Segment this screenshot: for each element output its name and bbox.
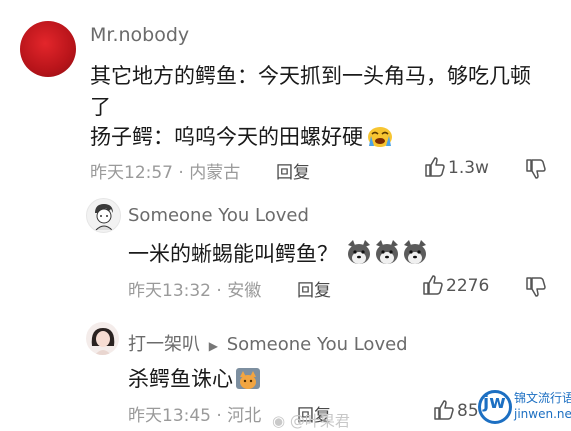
comment-location: 河北 [227, 406, 262, 426]
dog-emoji-icon [345, 239, 429, 272]
comment-time: 昨天13:32 [128, 281, 211, 301]
avatar-da-yi-jia-ba[interactable] [86, 322, 119, 355]
comment-time: 昨天12:57 [90, 163, 173, 183]
site-name: 锦文流行语 [514, 391, 571, 405]
reply-button[interactable]: 回复 [276, 158, 310, 183]
comment-username[interactable]: 打一架叭 [128, 334, 200, 355]
site-logo-letters: jw [483, 392, 506, 413]
crying-emoji-icon [366, 124, 394, 153]
avatar-mr-nobody[interactable] [20, 21, 76, 77]
weibo-logo-icon: ◉ [272, 412, 286, 430]
comment-text: 扬子鳄：呜呜今天的田螺好硬 [90, 125, 363, 149]
avatar-someone-you-loved[interactable] [86, 198, 121, 233]
separator-dot: · [178, 163, 184, 183]
site-logo-watermark: jw 锦文流行语 jinwen.net [478, 388, 571, 426]
reply-to-username[interactable]: Someone You Loved [227, 334, 408, 355]
comment-text: 一米的蜥蜴能叫鳄鱼？ [128, 242, 338, 266]
like-count: 2276 [446, 276, 490, 296]
site-url: jinwen.net [514, 407, 571, 421]
separator-dot: · [216, 281, 222, 301]
comment-text: 杀鳄鱼诛心 [128, 367, 233, 391]
comment-text-line: 杀鳄鱼诛心 [128, 363, 261, 396]
comment-text-line: 扬子鳄：呜呜今天的田螺好硬 [90, 121, 394, 153]
comment-text-line: 其它地方的鳄鱼：今天抓到一头角马，够吃几顿 [90, 64, 531, 88]
thumb-up-icon[interactable] [422, 274, 444, 296]
comment-text-line: 一米的蜥蜴能叫鳄鱼？ [128, 238, 429, 272]
reply-arrow-icon: ▶ [208, 339, 218, 353]
thumb-up-icon[interactable] [433, 399, 455, 421]
reply-button[interactable]: 回复 [297, 276, 331, 301]
comment-username[interactable]: Someone You Loved [128, 205, 309, 226]
separator-dot: · [216, 406, 222, 426]
like-count: 85 [457, 401, 479, 421]
thumb-down-icon[interactable] [525, 276, 547, 298]
like-count: 1.3w [448, 158, 489, 178]
comment-location: 安徽 [227, 281, 262, 301]
comment-username[interactable]: Mr.nobody [90, 24, 189, 46]
thumb-down-icon[interactable] [525, 158, 547, 180]
weibo-watermark-text: @叶果君 [289, 412, 350, 430]
comment-location: 内蒙古 [189, 163, 241, 183]
comment-time: 昨天13:45 [128, 406, 211, 426]
thumb-up-icon[interactable] [424, 156, 446, 178]
comment-text-line: 了 [90, 95, 111, 119]
cat-emoji-icon [235, 365, 261, 396]
weibo-watermark: ◉ @叶果君 [272, 410, 350, 431]
comment-meta: 昨天13:32 · 安徽 [128, 276, 261, 301]
comment-meta: 昨天13:45 · 河北 [128, 401, 261, 426]
reply-header: 打一架叭 ▶ Someone You Loved [128, 330, 408, 356]
comment-meta: 昨天12:57 · 内蒙古 [90, 158, 240, 183]
